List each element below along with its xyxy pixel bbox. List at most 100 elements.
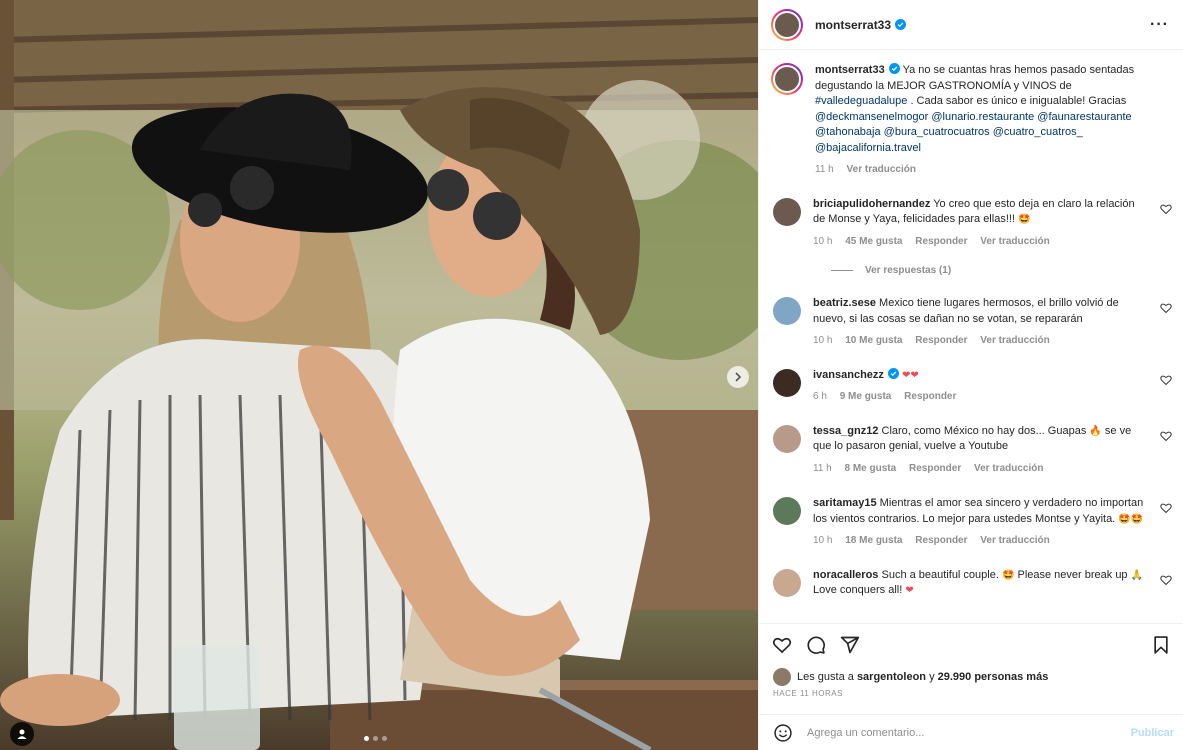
caption-hashtag[interactable]: #valledeguadalupe <box>815 95 907 107</box>
more-options-icon[interactable]: ··· <box>1150 16 1169 34</box>
caption-mention[interactable]: @bura_cuatrocuatros <box>884 126 990 138</box>
comment-text-after: Please never break up <box>1017 568 1128 581</box>
comment-button[interactable] <box>805 634 827 656</box>
reply-button[interactable]: Responder <box>904 391 956 402</box>
translate-link[interactable]: Ver traducción <box>980 335 1049 346</box>
post-header: montserrat33 ··· <box>759 0 1183 50</box>
comments-list[interactable]: montserrat33 Ya no se cuantas hras hemos… <box>759 51 1183 623</box>
emoji-picker-icon[interactable] <box>773 723 793 743</box>
likes-summary: Les gusta a sargentoleon y 29.990 person… <box>773 668 1048 686</box>
post-timestamp[interactable]: HACE 11 HORAS <box>773 689 843 698</box>
verified-badge-icon <box>888 63 900 74</box>
caption-username[interactable]: montserrat33 <box>815 64 885 76</box>
tagged-users-button[interactable] <box>10 722 34 746</box>
comment-emoji: 🙏 <box>1130 569 1144 581</box>
commenter-avatar[interactable] <box>773 297 801 325</box>
carousel-dot <box>382 736 387 741</box>
like-comment-heart-icon[interactable] <box>1160 574 1172 586</box>
view-replies-button[interactable]: Ver respuestas (1) <box>831 265 1172 276</box>
commenter-username[interactable]: ivansanchezz <box>813 369 884 381</box>
comment-text: Claro, como México no hay dos... Guapas <box>881 424 1087 437</box>
like-comment-heart-icon[interactable] <box>1160 374 1172 386</box>
caption-time[interactable]: 11 h <box>815 164 834 175</box>
commenter-avatar[interactable] <box>773 424 801 453</box>
likes-prefix: Les gusta a <box>797 671 854 683</box>
commenter-avatar[interactable] <box>773 568 801 597</box>
author-avatar[interactable] <box>771 8 803 41</box>
reply-button[interactable]: Responder <box>915 535 967 546</box>
commenter-username[interactable]: noracalleros <box>813 569 878 581</box>
caption-mention[interactable]: @cuatro_cuatros_ <box>993 126 1083 138</box>
commenter-username[interactable]: saritamay15 <box>813 497 877 509</box>
likes-count-link[interactable]: 29.990 personas más <box>938 671 1049 683</box>
like-comment-heart-icon[interactable] <box>1160 302 1172 314</box>
carousel-dot <box>373 736 378 741</box>
caption-text-2: . Cada sabor es único e inigualable! Gra… <box>910 95 1127 107</box>
reply-button[interactable]: Responder <box>915 236 967 247</box>
save-button[interactable] <box>1150 634 1172 656</box>
comment-emoji: 🔥 <box>1089 425 1102 437</box>
caption-mention[interactable]: @deckmansenelmogor <box>815 111 928 123</box>
comment-likes[interactable]: 8 Me gusta <box>845 463 897 474</box>
carousel-next-button[interactable] <box>727 366 749 388</box>
caption-author-avatar[interactable] <box>771 63 803 95</box>
commenter-username[interactable]: tessa_gnz12 <box>813 425 878 437</box>
bookmark-icon <box>1154 635 1168 654</box>
post-caption: montserrat33 Ya no se cuantas hras hemos… <box>771 63 1172 178</box>
commenter-avatar[interactable] <box>773 497 801 525</box>
post-comment-button[interactable]: Publicar <box>1131 727 1174 739</box>
like-comment-heart-icon[interactable] <box>1160 430 1172 442</box>
comment-likes[interactable]: 9 Me gusta <box>840 391 892 402</box>
carousel-indicator <box>364 736 387 741</box>
comment-time[interactable]: 6 h <box>813 391 827 402</box>
reply-button[interactable]: Responder <box>909 463 961 474</box>
comment-meta: 6 h 9 Me gusta Responder <box>813 389 1148 405</box>
comment-time[interactable]: 11 h <box>813 463 832 474</box>
comment-time[interactable]: 10 h <box>813 236 832 247</box>
comment-emoji: ❤ <box>905 585 914 596</box>
view-replies-label[interactable]: Ver respuestas (1) <box>865 265 951 276</box>
comment-likes[interactable]: 10 Me gusta <box>845 335 902 346</box>
comment-item: tessa_gnz12 Claro, como México no hay do… <box>771 424 1172 477</box>
reply-button[interactable]: Responder <box>915 335 967 346</box>
share-button[interactable] <box>839 634 861 656</box>
translate-link[interactable]: Ver traducción <box>980 535 1049 546</box>
comment-likes[interactable]: 18 Me gusta <box>845 535 902 546</box>
caption-mention[interactable]: @lunario.restaurante <box>931 111 1034 123</box>
commenter-avatar[interactable] <box>773 368 801 397</box>
caption-translate-link[interactable]: Ver traducción <box>847 164 916 175</box>
paper-plane-icon <box>840 636 860 653</box>
comment-likes[interactable]: 45 Me gusta <box>845 236 902 247</box>
commenter-avatar[interactable] <box>773 197 801 226</box>
author-username-text[interactable]: montserrat33 <box>815 18 891 32</box>
comment-input[interactable] <box>807 726 1131 739</box>
translate-link[interactable]: Ver traducción <box>974 463 1043 474</box>
verified-badge-icon <box>887 367 899 379</box>
comment-emoji: 🤩 <box>1001 569 1015 581</box>
chevron-right-icon <box>735 372 742 382</box>
liker-avatar[interactable] <box>773 668 791 686</box>
caption-mention[interactable]: @tahonabaja <box>815 126 881 138</box>
comment-time[interactable]: 10 h <box>813 535 832 546</box>
like-comment-heart-icon[interactable] <box>1160 502 1172 514</box>
author-username[interactable]: montserrat33 <box>815 18 907 32</box>
comment-emoji: 🤩🤩 <box>1118 513 1144 525</box>
like-button[interactable] <box>771 634 793 656</box>
like-comment-heart-icon[interactable] <box>1160 203 1172 215</box>
instagram-post-modal: montserrat33 ··· montserrat33 Ya no se c… <box>0 0 1183 750</box>
liker-username[interactable]: sargentoleon <box>857 671 926 683</box>
comment-item: beatriz.sese Mexico tiene lugares hermos… <box>771 296 1172 349</box>
verified-badge-icon <box>895 18 907 30</box>
translate-link[interactable]: Ver traducción <box>980 236 1049 247</box>
add-comment-bar: Publicar <box>759 714 1183 750</box>
comment-item: briciapulidohernandez Yo creo que esto d… <box>771 197 1172 250</box>
replies-divider <box>831 270 853 271</box>
caption-mention[interactable]: @faunarestaurante <box>1037 111 1131 123</box>
commenter-username[interactable]: beatriz.sese <box>813 297 876 309</box>
comment-time[interactable]: 10 h <box>813 335 832 346</box>
photo-scene <box>0 0 758 750</box>
commenter-username[interactable]: briciapulidohernandez <box>813 198 930 210</box>
caption-mention[interactable]: @bajacalifornia.travel <box>815 142 921 154</box>
post-photo[interactable] <box>0 0 758 750</box>
heart-icon <box>772 637 792 653</box>
